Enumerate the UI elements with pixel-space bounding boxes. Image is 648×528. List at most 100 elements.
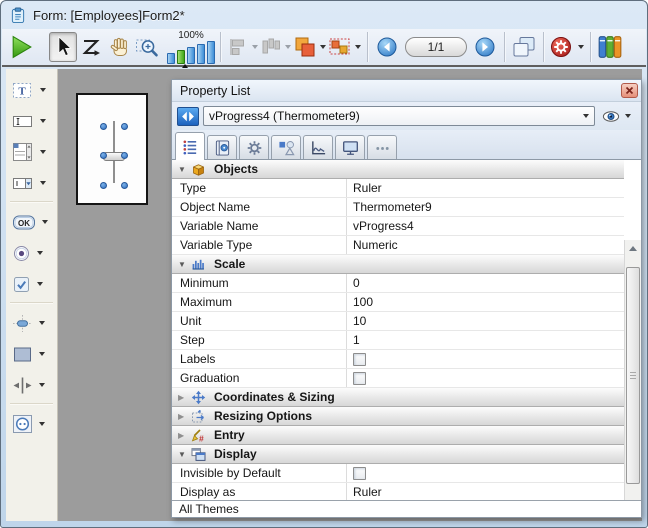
object-selector-row: vProgress4 (Thermometer9)	[172, 102, 641, 130]
radio-button-icon	[12, 244, 31, 263]
tab-book[interactable]	[207, 135, 237, 159]
entry-order-tool-button[interactable]	[77, 32, 105, 62]
property-value-cell[interactable]: Ruler	[347, 483, 624, 501]
property-row-unit: Unit10	[172, 312, 624, 331]
move-tool-button[interactable]	[105, 32, 133, 62]
checkbox-unchecked[interactable]	[353, 372, 366, 385]
close-button[interactable]	[621, 83, 638, 98]
checkbox-unchecked[interactable]	[353, 467, 366, 480]
property-value[interactable]: Thermometer9	[353, 200, 432, 214]
triangle-right-icon: ▶	[178, 412, 191, 421]
themes-footer[interactable]: All Themes	[172, 500, 641, 517]
palette-tool-slider[interactable]	[12, 310, 57, 336]
section-header-coordinates-sizing[interactable]: ▶Coordinates & Sizing	[172, 388, 624, 407]
tab-chart[interactable]	[303, 135, 333, 159]
title-bar[interactable]: Form: [Employees]Form2*	[1, 1, 647, 29]
align-menu-button[interactable]	[226, 32, 259, 62]
section-header-objects[interactable]: ▼Objects	[172, 160, 624, 179]
tab-more[interactable]	[367, 135, 397, 159]
chevron-down-icon	[355, 45, 361, 49]
form-settings-menu-button[interactable]	[549, 32, 585, 62]
form-page[interactable]	[76, 93, 148, 205]
property-value-cell[interactable]	[347, 464, 624, 482]
display-pages-button[interactable]	[510, 32, 538, 62]
property-value-cell[interactable]: vProgress4	[347, 217, 624, 235]
property-value-cell[interactable]: Numeric	[347, 236, 624, 254]
tab-screen[interactable]	[335, 135, 365, 159]
scrollbar-thumb[interactable]	[626, 267, 640, 484]
selection-handle[interactable]	[121, 182, 128, 189]
toolbar: 100%	[2, 29, 646, 67]
zoom-bar-50[interactable]	[167, 53, 175, 64]
property-value[interactable]: Ruler	[353, 485, 382, 499]
palette-tool-check-box[interactable]	[12, 271, 57, 297]
section-header-display[interactable]: ▼Display	[172, 445, 624, 464]
zoom-level-widget[interactable]: 100%	[167, 31, 215, 64]
property-value[interactable]: Numeric	[353, 238, 398, 252]
property-value-cell[interactable]: 100	[347, 293, 624, 311]
section-header-scale[interactable]: ▼Scale	[172, 255, 624, 274]
zoom-bar-400[interactable]	[197, 44, 205, 64]
property-value[interactable]: 10	[353, 314, 366, 328]
tab-shapes[interactable]	[271, 135, 301, 159]
selection-handle[interactable]	[121, 123, 128, 130]
property-value-cell[interactable]: Ruler	[347, 179, 624, 197]
palette-tool-static-text[interactable]: T	[12, 77, 57, 103]
property-value[interactable]: vProgress4	[353, 219, 414, 233]
property-value-cell[interactable]: Thermometer9	[347, 198, 624, 216]
more-tab-icon	[374, 139, 391, 157]
zoom-bar-200[interactable]	[187, 47, 195, 64]
zoom-bar-800[interactable]	[207, 41, 215, 64]
property-value[interactable]: 0	[353, 276, 360, 290]
selection-handle[interactable]	[100, 182, 107, 189]
palette-tool-splitter[interactable]	[12, 372, 57, 398]
select-tool-button[interactable]	[49, 32, 77, 62]
palette-tool-list-box[interactable]	[12, 139, 57, 165]
separator	[504, 32, 505, 62]
next-page-button[interactable]	[471, 32, 499, 62]
palette-tool-ok-button[interactable]: OK	[12, 209, 57, 235]
palette-tool-rectangle[interactable]	[12, 341, 57, 367]
scrollbar[interactable]	[624, 240, 641, 502]
previous-page-button[interactable]	[373, 32, 401, 62]
section-header-resizing-options[interactable]: ▶Resizing Options	[172, 407, 624, 426]
level-menu-button[interactable]	[292, 32, 327, 62]
palette-tool-plugin-area[interactable]	[12, 411, 57, 437]
group-menu-button[interactable]	[327, 32, 362, 62]
run-form-button[interactable]	[7, 32, 35, 62]
selection-handle[interactable]	[100, 123, 107, 130]
windows-section-icon	[191, 447, 206, 462]
distribute-menu-button[interactable]	[259, 32, 292, 62]
zoom-bar-100-selected[interactable]	[177, 50, 185, 64]
section-header-entry[interactable]: ▶#Entry	[172, 426, 624, 445]
property-row-labels: Labels	[172, 350, 624, 369]
property-list-header[interactable]: Property List	[172, 80, 641, 102]
property-value-cell[interactable]: 10	[347, 312, 624, 330]
tab-gear[interactable]	[239, 135, 269, 159]
property-value[interactable]: 100	[353, 295, 373, 309]
property-name: Maximum	[180, 295, 232, 309]
checkbox-unchecked[interactable]	[353, 353, 366, 366]
selection-handle[interactable]	[121, 152, 128, 159]
property-value-cell[interactable]	[347, 350, 624, 368]
palette-tool-input-field[interactable]	[12, 108, 57, 134]
property-value[interactable]: Ruler	[353, 181, 382, 195]
property-value-cell[interactable]	[347, 369, 624, 387]
tab-list[interactable]	[175, 132, 205, 160]
view-options-button[interactable]	[602, 109, 631, 124]
page-indicator[interactable]: 1/1	[405, 37, 467, 57]
selection-handle[interactable]	[100, 152, 107, 159]
zoom-bars[interactable]	[167, 41, 215, 64]
code-editor-button[interactable]	[177, 107, 199, 126]
object-selector-dropdown[interactable]: vProgress4 (Thermometer9)	[203, 106, 595, 126]
zoom-tool-button[interactable]	[133, 32, 161, 62]
palette-tool-radio-button[interactable]	[12, 240, 57, 266]
property-value-cell[interactable]: 1	[347, 331, 624, 349]
palette-tool-combo-box[interactable]	[12, 170, 57, 196]
property-value-cell[interactable]: 0	[347, 274, 624, 292]
property-row-graduation: Graduation	[172, 369, 624, 388]
code-icon	[180, 109, 196, 124]
scroll-up-button[interactable]	[625, 241, 641, 256]
library-button[interactable]	[596, 32, 624, 62]
property-value[interactable]: 1	[353, 333, 360, 347]
